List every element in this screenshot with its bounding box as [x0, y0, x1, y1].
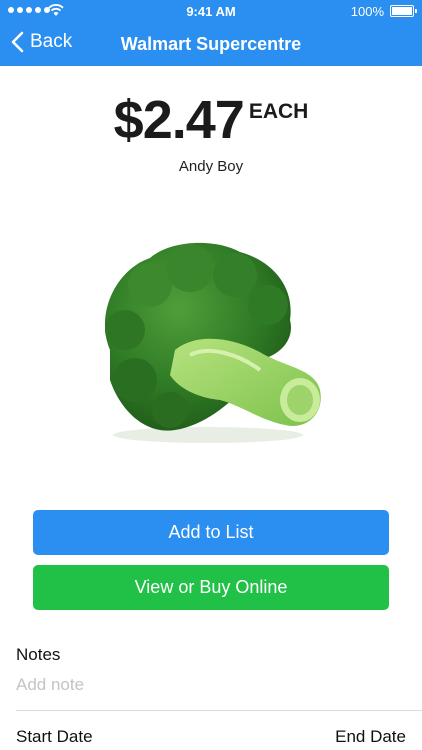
brand-name: Andy Boy [178, 158, 244, 175]
broccoli-image [104, 242, 321, 443]
battery-icon [390, 5, 417, 17]
navigation-bar: Back Walmart Supercentre [0, 22, 422, 66]
price-display: $2.47 EACH [0, 92, 422, 148]
price-value: $2.47 [113, 90, 245, 150]
top-bar: 9:41 AM 100% Back Walmart Supercentre [0, 0, 422, 66]
end-date-label[interactable]: End Date [335, 727, 406, 747]
store-title: Walmart Supercentre [120, 34, 302, 54]
divider [16, 710, 422, 711]
view-or-buy-online-button[interactable]: View or Buy Online [33, 565, 389, 610]
start-date-label[interactable]: Start Date [16, 727, 93, 747]
notes-label: Notes [16, 645, 61, 664]
notes-input[interactable] [16, 674, 406, 696]
status-bar: 9:41 AM 100% [0, 0, 422, 22]
add-to-list-button[interactable]: Add to List [33, 510, 389, 555]
battery-percentage: 100% [350, 4, 384, 19]
price-unit: EACH [248, 100, 309, 123]
